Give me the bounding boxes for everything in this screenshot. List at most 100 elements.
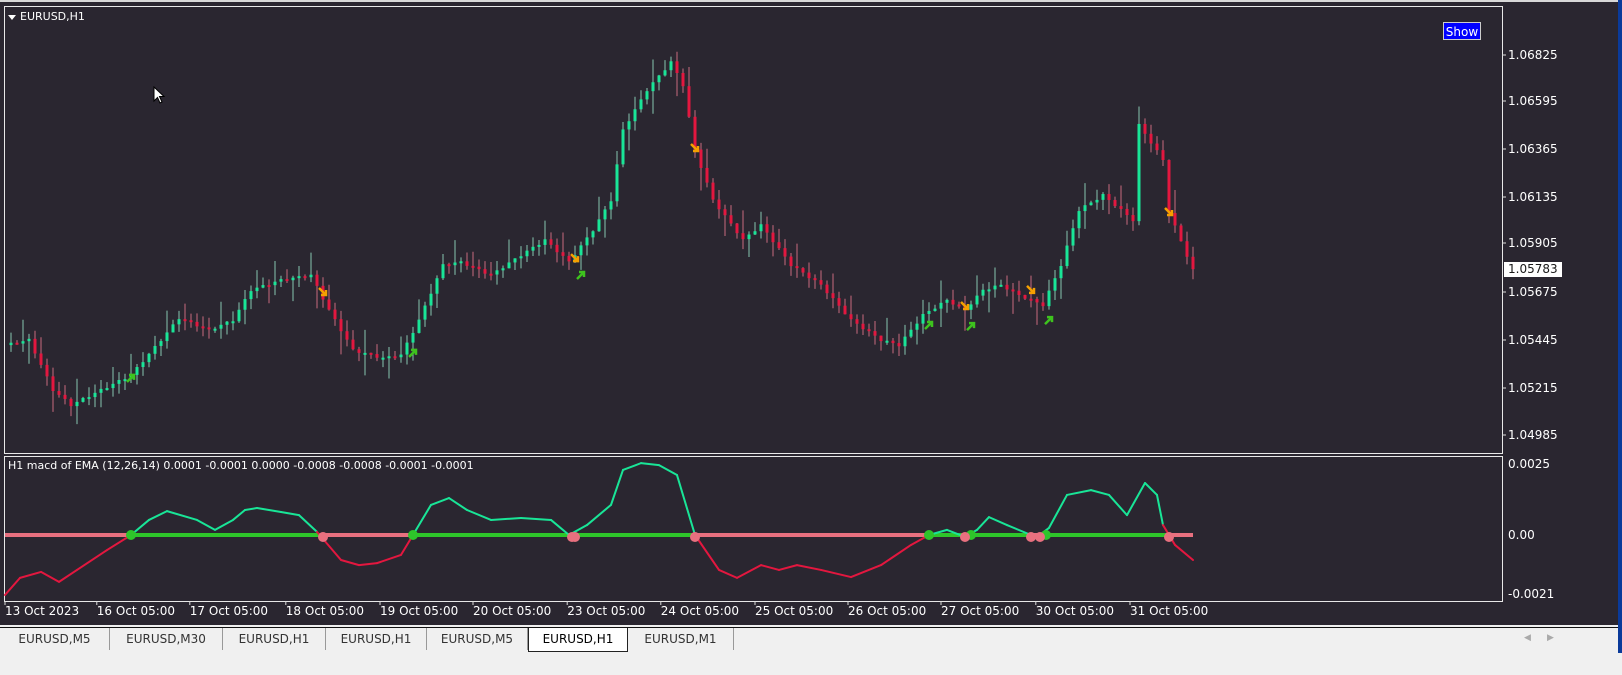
- candle-body: [93, 392, 97, 398]
- candle-body: [183, 319, 187, 322]
- candle-body: [837, 298, 841, 306]
- candle-body: [267, 285, 271, 288]
- candle-body: [1089, 202, 1093, 206]
- chart-tab[interactable]: EURUSD,H1: [223, 628, 326, 650]
- time-axis-label: 20 Oct 05:00: [473, 604, 552, 618]
- candle-body: [1185, 241, 1189, 257]
- candle-body: [759, 224, 763, 232]
- macd-line-segment: [430, 497, 450, 506]
- symbol-label[interactable]: EURUSD,H1: [8, 10, 85, 23]
- macd-line-segment: [1090, 489, 1110, 496]
- candle-body: [57, 391, 61, 395]
- candle-body: [339, 319, 343, 332]
- macd-line-segment: [196, 518, 216, 531]
- tab-scroll-right-icon[interactable]: ▶: [1547, 633, 1554, 643]
- chart-tab[interactable]: EURUSD,M5: [427, 628, 528, 650]
- show-button[interactable]: Show: [1443, 22, 1481, 40]
- macd-line-segment: [412, 503, 432, 536]
- candle-body: [465, 261, 469, 266]
- candle-body: [975, 295, 979, 305]
- candle-body: [819, 280, 823, 285]
- candle-body: [825, 284, 829, 294]
- candle-body: [429, 293, 433, 306]
- candle-body: [87, 397, 91, 400]
- candle-body: [405, 342, 409, 355]
- candle-body: [981, 289, 985, 296]
- candle-body: [663, 70, 667, 76]
- dropdown-triangle-icon[interactable]: [8, 14, 16, 20]
- indicator-axis-label: -0.0021: [1508, 587, 1555, 601]
- candle-body: [1125, 208, 1129, 216]
- macd-line-segment: [586, 503, 612, 527]
- tab-scroll-left-icon[interactable]: ◀: [1524, 633, 1531, 643]
- candle-body: [483, 269, 487, 274]
- macd-line-segment: [448, 497, 468, 511]
- candle-body: [621, 129, 625, 165]
- macd-line-segment: [280, 510, 300, 517]
- candle-body: [171, 324, 175, 333]
- candle-body: [675, 61, 679, 73]
- macd-line-segment: [610, 468, 624, 506]
- candle-body: [1191, 256, 1195, 270]
- candle-body: [1179, 225, 1183, 242]
- candle-body: [369, 352, 373, 355]
- candle-body: [699, 149, 703, 168]
- price-axis-label: 1.06825: [1508, 48, 1558, 62]
- candle-body: [969, 304, 973, 310]
- macd-line-segment: [778, 564, 798, 571]
- candle-body: [927, 310, 931, 314]
- candle-body: [741, 233, 745, 240]
- candle-body: [549, 239, 553, 245]
- candle-body: [459, 261, 463, 264]
- candle-body: [165, 332, 169, 342]
- chart-tab[interactable]: EURUSD,M1: [628, 628, 734, 650]
- candle-body: [1107, 194, 1111, 201]
- candle-body: [273, 281, 277, 286]
- candle-body: [1023, 294, 1027, 299]
- chart-tab[interactable]: EURUSD,H1: [326, 628, 427, 650]
- chart-tab[interactable]: EURUSD,M30: [110, 628, 223, 650]
- macd-line-segment: [1126, 482, 1146, 517]
- macd-line-segment: [1048, 493, 1068, 529]
- candle-body: [597, 219, 601, 232]
- candle-body: [1155, 143, 1159, 151]
- time-axis-label: 25 Oct 05:00: [755, 604, 834, 618]
- candle-body: [393, 356, 397, 359]
- candle-body: [939, 302, 943, 309]
- macd-line-segment: [760, 564, 780, 571]
- candle-body: [957, 304, 961, 307]
- candle-body: [909, 329, 913, 337]
- macd-line-segment: [1174, 543, 1194, 561]
- macd-cross-down-dot: [318, 532, 328, 542]
- macd-line-segment: [466, 509, 492, 521]
- macd-cross-up-dot: [126, 530, 136, 540]
- candle-body: [39, 353, 43, 365]
- macd-cross-down-dot: [570, 532, 580, 542]
- macd-line-segment: [676, 474, 696, 536]
- symbol-text: EURUSD,H1: [20, 10, 85, 23]
- candle-body: [525, 250, 529, 257]
- candle-body: [33, 338, 37, 354]
- macd-cross-down-dot: [1164, 532, 1174, 542]
- candle-body: [507, 262, 511, 269]
- candle-body: [921, 313, 925, 324]
- macd-line-segment: [550, 518, 570, 536]
- candle-body: [705, 167, 709, 183]
- candle-body: [993, 285, 997, 290]
- candle-body: [153, 345, 157, 354]
- candle-body: [381, 357, 385, 360]
- time-axis-label: 16 Oct 05:00: [96, 604, 176, 618]
- candle-body: [1137, 123, 1141, 222]
- macd-line-segment: [148, 510, 168, 521]
- macd-line-segment: [76, 549, 108, 571]
- buy-arrow-icon: [1044, 315, 1054, 325]
- candle-body: [1041, 302, 1045, 307]
- macd-line-segment: [520, 516, 552, 521]
- chart-tab[interactable]: EURUSD,M5: [0, 628, 110, 650]
- chart-tab[interactable]: EURUSD,H1: [528, 628, 628, 652]
- candle-body: [1017, 290, 1021, 295]
- candle-body: [447, 264, 451, 267]
- candle-body: [1005, 284, 1009, 290]
- candle-body: [345, 331, 349, 340]
- macd-line-segment: [640, 462, 660, 467]
